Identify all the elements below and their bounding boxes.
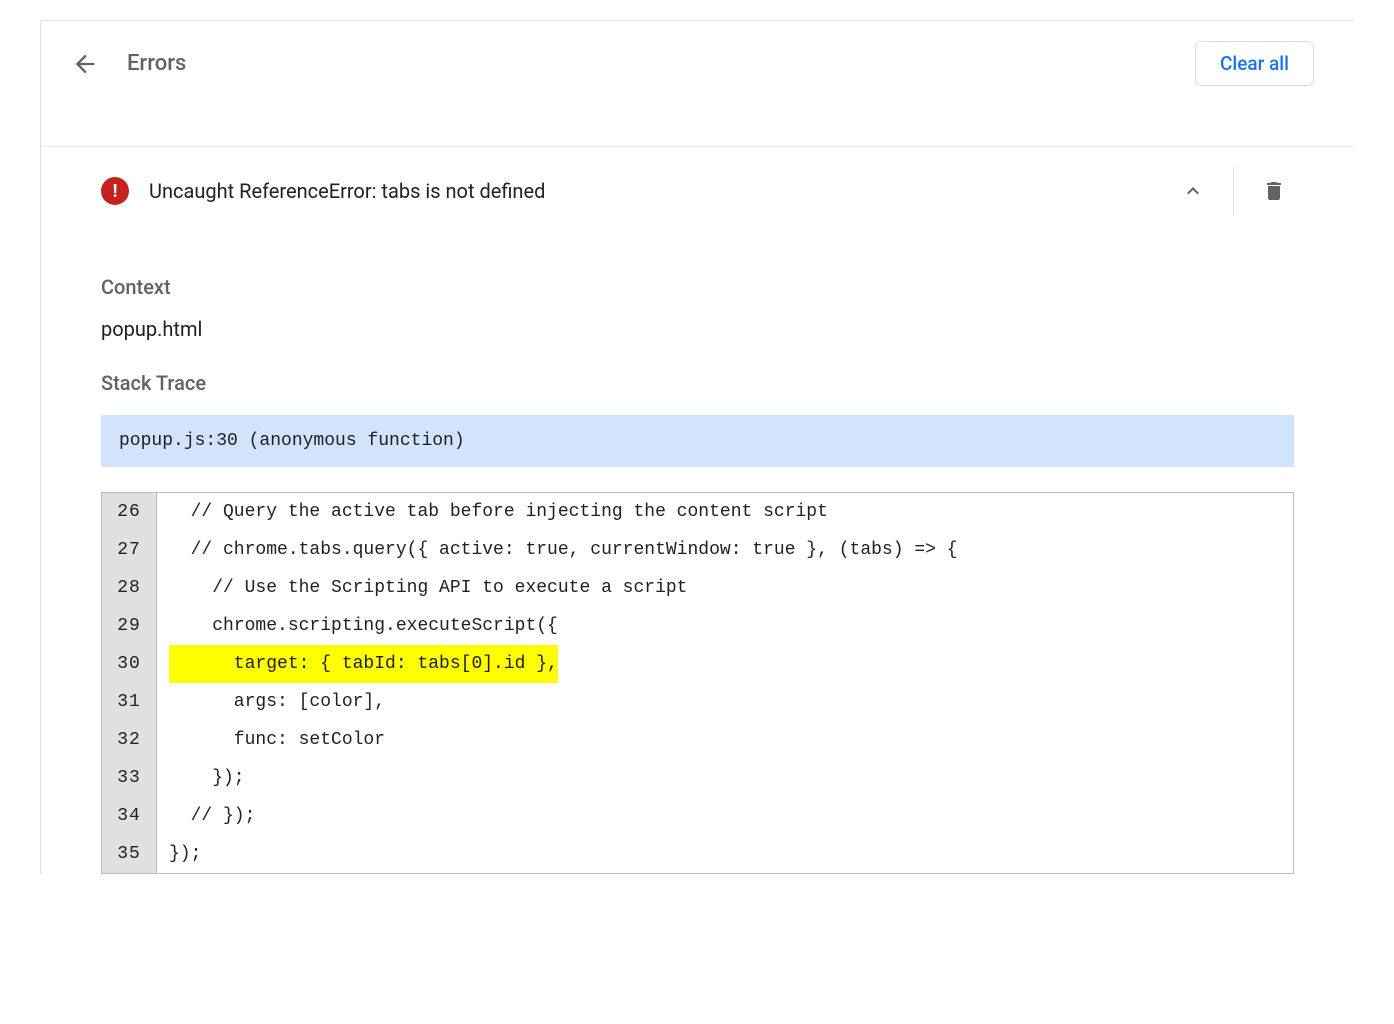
code-line: 30 target: { tabId: tabs[0].id }, — [102, 645, 1293, 683]
error-actions — [1153, 167, 1314, 215]
code-line: 31 args: [color], — [102, 683, 1293, 721]
code-text: args: [color], — [157, 683, 1293, 721]
code-text: chrome.scripting.executeScript({ — [157, 607, 1293, 645]
back-button[interactable] — [71, 50, 99, 78]
line-number: 31 — [102, 683, 157, 721]
header: Errors Clear all — [41, 21, 1354, 106]
error-icon: ! — [101, 177, 129, 205]
code-line: 33 }); — [102, 759, 1293, 797]
error-details: Context popup.html Stack Trace popup.js:… — [41, 235, 1354, 874]
collapse-button[interactable] — [1153, 167, 1233, 215]
line-number: 30 — [102, 645, 157, 683]
line-number: 34 — [102, 797, 157, 835]
code-line: 26 // Query the active tab before inject… — [102, 493, 1293, 531]
line-number: 27 — [102, 531, 157, 569]
error-message: Uncaught ReferenceError: tabs is not def… — [149, 179, 545, 203]
line-number: 26 — [102, 493, 157, 531]
code-text: // chrome.tabs.query({ active: true, cur… — [157, 531, 1293, 569]
header-left: Errors — [71, 50, 186, 78]
chevron-up-icon — [1181, 179, 1205, 203]
errors-panel: Errors Clear all ! Uncaught ReferenceErr… — [40, 20, 1354, 874]
delete-button[interactable] — [1233, 167, 1314, 215]
line-number: 32 — [102, 721, 157, 759]
stack-frame[interactable]: popup.js:30 (anonymous function) — [101, 415, 1294, 467]
line-number: 33 — [102, 759, 157, 797]
line-number: 35 — [102, 835, 157, 873]
code-text: target: { tabId: tabs[0].id }, — [157, 645, 1293, 683]
code-text: // Use the Scripting API to execute a sc… — [157, 569, 1293, 607]
error-item: ! Uncaught ReferenceError: tabs is not d… — [41, 146, 1354, 235]
code-text: func: setColor — [157, 721, 1293, 759]
error-summary: ! Uncaught ReferenceError: tabs is not d… — [101, 177, 545, 205]
stack-trace-label: Stack Trace — [101, 371, 1294, 395]
code-line: 32 func: setColor — [102, 721, 1293, 759]
arrow-left-icon — [71, 50, 99, 78]
page-title: Errors — [127, 51, 186, 76]
code-line: 27 // chrome.tabs.query({ active: true, … — [102, 531, 1293, 569]
trash-icon — [1262, 179, 1286, 203]
clear-all-button[interactable]: Clear all — [1195, 41, 1314, 86]
line-number: 28 — [102, 569, 157, 607]
code-line: 29 chrome.scripting.executeScript({ — [102, 607, 1293, 645]
source-code-block: 26 // Query the active tab before inject… — [101, 492, 1294, 874]
code-text: }); — [157, 759, 1293, 797]
line-number: 29 — [102, 607, 157, 645]
context-value: popup.html — [101, 317, 1294, 341]
code-text: // }); — [157, 797, 1293, 835]
context-label: Context — [101, 275, 1294, 299]
code-line: 28 // Use the Scripting API to execute a… — [102, 569, 1293, 607]
code-text: }); — [157, 835, 1293, 873]
code-line: 34 // }); — [102, 797, 1293, 835]
code-text: // Query the active tab before injecting… — [157, 493, 1293, 531]
code-line: 35}); — [102, 835, 1293, 873]
